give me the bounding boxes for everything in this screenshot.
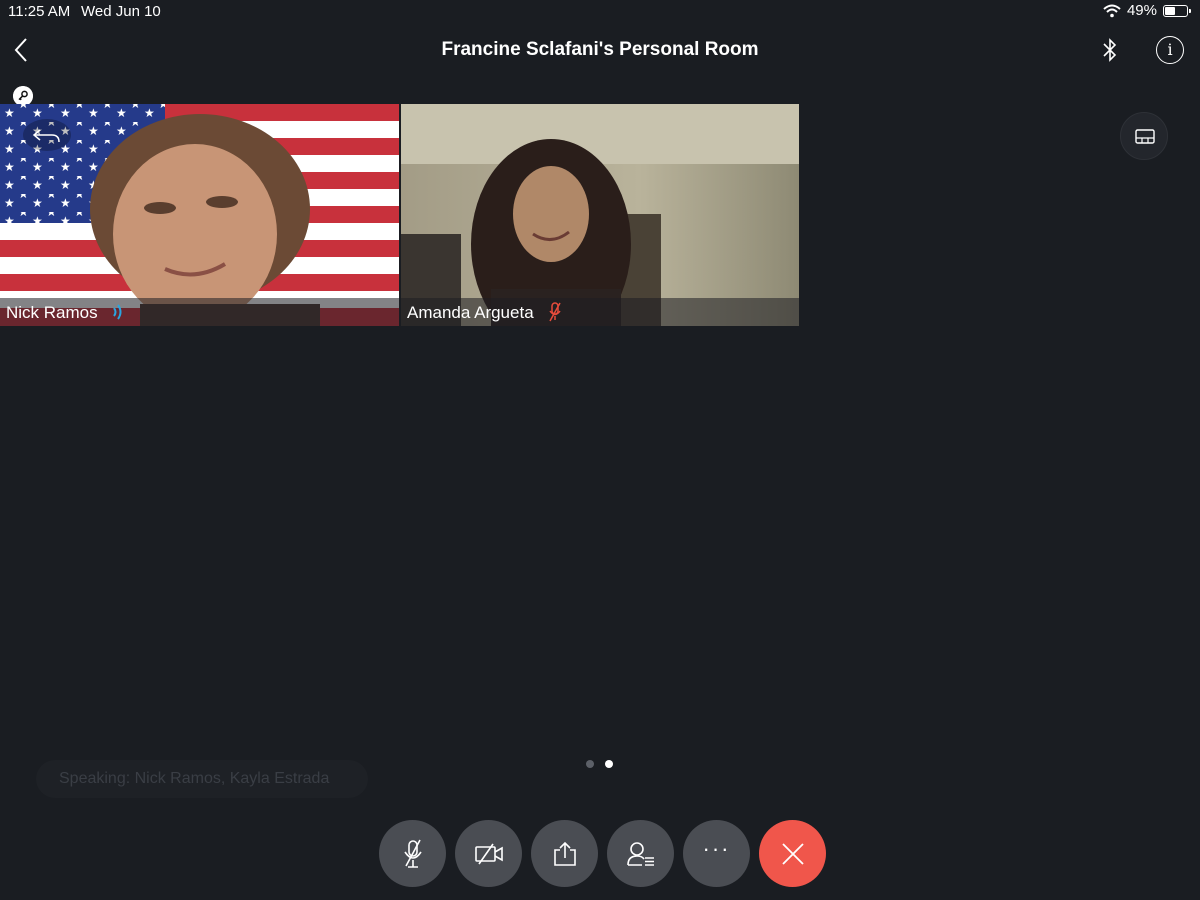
participant-name: Nick Ramos xyxy=(6,303,98,322)
call-controls: ··· xyxy=(379,820,826,887)
participants-icon xyxy=(626,841,654,866)
info-icon[interactable]: i xyxy=(1156,36,1184,64)
end-call-icon xyxy=(781,842,804,865)
status-date: Wed Jun 10 xyxy=(81,3,161,20)
meeting-title: Francine Sclafani's Personal Room xyxy=(441,39,759,60)
battery-level xyxy=(1165,6,1175,15)
page-dot[interactable] xyxy=(586,760,594,768)
participant-name-bar: Amanda Argueta xyxy=(401,298,799,326)
status-time: 11:25 AM xyxy=(8,3,71,20)
undo-icon[interactable] xyxy=(22,118,72,152)
bluetooth-icon[interactable] xyxy=(1098,36,1122,64)
speaking-banner: Speaking: Nick Ramos, Kayla Estrada xyxy=(36,760,368,798)
key-icon xyxy=(13,86,33,106)
more-button[interactable]: ··· xyxy=(683,820,750,887)
share-button[interactable] xyxy=(531,820,598,887)
end-call-button[interactable] xyxy=(759,820,826,887)
participant-name: Amanda Argueta xyxy=(407,303,534,322)
layout-icon xyxy=(1135,129,1155,144)
share-icon xyxy=(553,841,576,866)
battery-percent: 49% xyxy=(1126,2,1157,19)
video-button[interactable] xyxy=(455,820,522,887)
mute-button[interactable] xyxy=(379,820,446,887)
status-right: 49% xyxy=(1103,2,1191,19)
layout-toggle-button[interactable] xyxy=(1120,112,1168,160)
video-feed xyxy=(401,104,799,326)
meeting-header: Francine Sclafani's Personal Room i xyxy=(0,24,1200,80)
speaking-indicator-icon xyxy=(113,304,122,320)
video-off-icon xyxy=(474,843,503,864)
page-indicator[interactable] xyxy=(586,760,613,768)
video-tile-nick-ramos[interactable]: ★ ★ Nick Ramos xyxy=(0,104,399,326)
wifi-icon xyxy=(1103,4,1121,17)
participants-button[interactable] xyxy=(607,820,674,887)
participant-name-bar: Nick Ramos xyxy=(0,298,399,326)
page-dot[interactable] xyxy=(605,760,613,768)
muted-microphone-icon xyxy=(549,302,561,322)
mute-microphone-icon xyxy=(403,839,422,868)
more-icon: ··· xyxy=(702,835,731,861)
status-bar: 11:25 AM Wed Jun 10 49% xyxy=(0,0,1200,24)
video-tile-amanda-argueta[interactable]: Amanda Argueta xyxy=(401,104,799,326)
battery-icon xyxy=(1163,4,1191,17)
